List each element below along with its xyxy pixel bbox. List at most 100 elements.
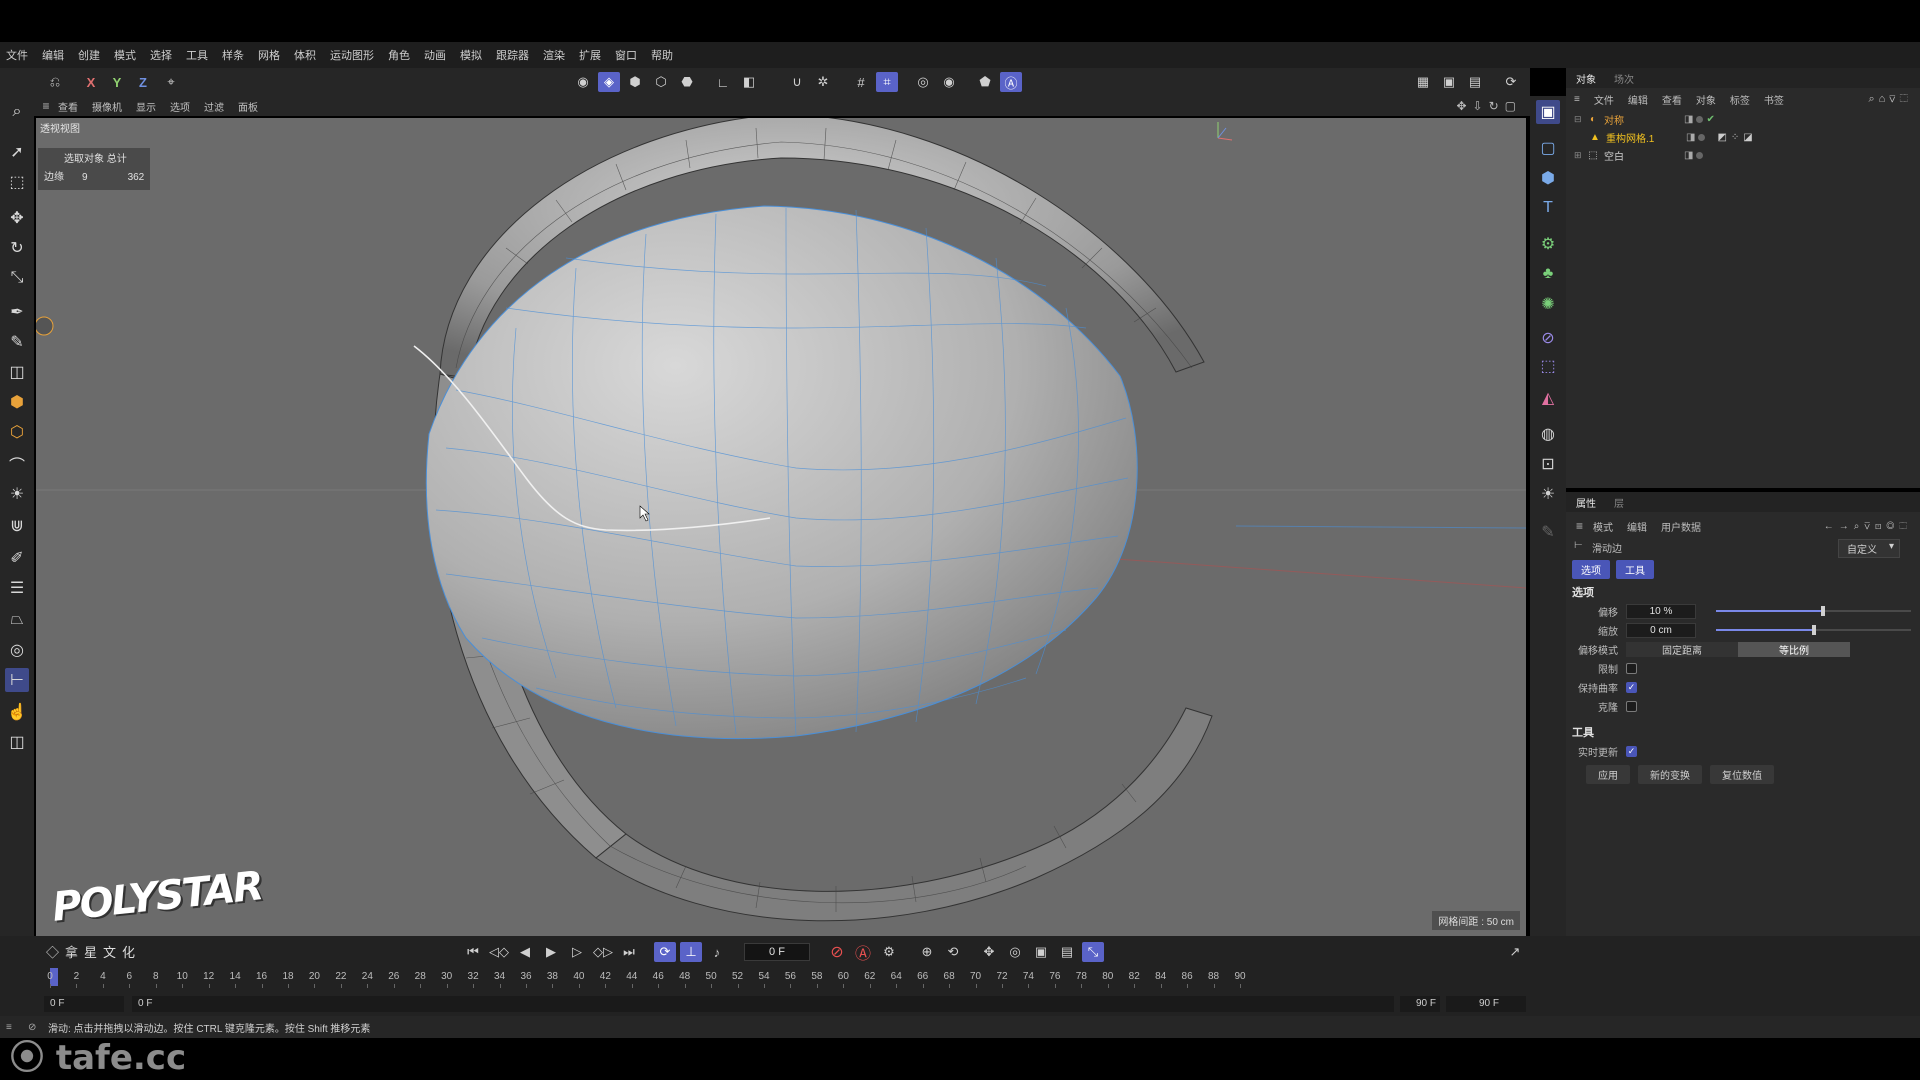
- apply-button[interactable]: 应用: [1586, 765, 1630, 784]
- axis-z-toggle[interactable]: Z: [132, 72, 154, 92]
- render-settings-icon[interactable]: ▤: [1464, 72, 1486, 92]
- environment-icon[interactable]: ◍: [1536, 422, 1560, 446]
- menu-simulate[interactable]: 模拟: [460, 47, 482, 63]
- render-region-icon[interactable]: ⬟: [974, 72, 996, 92]
- object-row-null[interactable]: ⊞ ⬚ 空白 ◨: [1566, 146, 1920, 164]
- om-menu-view[interactable]: 查看: [1662, 92, 1682, 107]
- viewport-menu-view[interactable]: 查看: [58, 99, 78, 114]
- viewport-menu-panel[interactable]: 面板: [238, 99, 258, 114]
- menu-volume[interactable]: 体积: [294, 47, 316, 63]
- cloner-icon[interactable]: ⚙: [1536, 232, 1560, 256]
- refresh-icon[interactable]: ⟳: [1500, 72, 1522, 92]
- viewport-nav-icons[interactable]: ✥⇩↻▢: [1456, 99, 1522, 113]
- axis-y-toggle[interactable]: Y: [106, 72, 128, 92]
- slide-edge-tool-icon[interactable]: ⊢: [5, 668, 29, 692]
- end-frame-field[interactable]: 90 F: [1446, 996, 1526, 1012]
- axis-x-toggle[interactable]: X: [80, 72, 102, 92]
- attr-menu-edit[interactable]: 编辑: [1627, 519, 1647, 534]
- om-menu-file[interactable]: 文件: [1594, 92, 1614, 107]
- polygons-mode-icon[interactable]: ⬢: [624, 72, 646, 92]
- reset-values-button[interactable]: 复位数值: [1710, 765, 1774, 784]
- go-to-end-icon[interactable]: ⏭: [618, 942, 640, 962]
- record-icon[interactable]: ⊘: [826, 942, 848, 962]
- rotate-tool-icon[interactable]: ↻: [5, 236, 29, 260]
- viewport-menu-display[interactable]: 显示: [136, 99, 156, 114]
- om-menu-tags[interactable]: 标签: [1730, 92, 1750, 107]
- menu-mograph[interactable]: 运动图形: [330, 47, 374, 63]
- brush-tool-icon[interactable]: ✐: [5, 546, 29, 570]
- scale-input[interactable]: 0 cm: [1626, 623, 1696, 638]
- axis-mode-icon[interactable]: ∟: [712, 72, 734, 92]
- realtime-update-checkbox[interactable]: ✓: [1626, 746, 1637, 757]
- limit-checkbox[interactable]: [1626, 663, 1637, 674]
- tag-icons[interactable]: ◩⁘◪: [1717, 132, 1756, 143]
- menu-help[interactable]: 帮助: [651, 47, 673, 63]
- scale-slider[interactable]: [1716, 625, 1911, 635]
- edit-toggle-icon[interactable]: ◨: [1684, 114, 1693, 125]
- points-mode-icon[interactable]: ◉: [572, 72, 594, 92]
- subtab-options[interactable]: 选项: [1572, 559, 1610, 579]
- effector-icon[interactable]: ✺: [1536, 292, 1560, 316]
- menu-file[interactable]: 文件: [6, 47, 28, 63]
- snap-settings-icon[interactable]: ✲: [812, 72, 834, 92]
- menu-tools[interactable]: 工具: [186, 47, 208, 63]
- viewport-hamburger-icon[interactable]: ≡: [34, 99, 58, 113]
- om-menu-edit[interactable]: 编辑: [1628, 92, 1648, 107]
- play-icon[interactable]: ▶: [540, 942, 562, 962]
- preview-range-icon[interactable]: ⊥: [680, 942, 702, 962]
- edit-toggle-icon[interactable]: ◨: [1686, 132, 1695, 143]
- menu-extensions[interactable]: 扩展: [579, 47, 601, 63]
- edges-mode-icon[interactable]: ◈: [598, 72, 620, 92]
- mograph-icon[interactable]: ♣: [1536, 262, 1560, 286]
- undo-icon[interactable]: ⎌: [44, 72, 66, 92]
- render-picture-viewer-icon[interactable]: ▣: [1438, 72, 1460, 92]
- loop-icon[interactable]: ⟳: [654, 942, 676, 962]
- timeline-ruler[interactable]: 0 2 4 6 8 10 12 14 16 18 20 22 24 26 28 30 32 34 36 38 40 42 4…: [47, 968, 1520, 988]
- hand-tool-icon[interactable]: ☝: [5, 700, 29, 724]
- interpolation-icon[interactable]: ⤡: [1082, 942, 1104, 962]
- lock-axis-icon[interactable]: ◉: [938, 72, 960, 92]
- bend-deformer-icon[interactable]: ⌒: [5, 452, 29, 476]
- visibility-dot[interactable]: [1696, 115, 1704, 123]
- iron-tool-icon[interactable]: ⏢: [5, 608, 29, 632]
- select-tool-icon[interactable]: ➚: [5, 140, 29, 164]
- attr-nav-icons[interactable]: ←→⌕⊽⊡◎⬚: [1824, 521, 1912, 532]
- light-object-icon[interactable]: ☀: [1536, 482, 1560, 506]
- menu-tracker[interactable]: 跟踪器: [496, 47, 529, 63]
- viewport-menu-camera[interactable]: 摄像机: [92, 99, 122, 114]
- attr-menu-mode[interactable]: 模式: [1593, 519, 1613, 534]
- scale-tool-icon[interactable]: ⤡: [5, 266, 29, 290]
- enabled-check-icon[interactable]: ✔: [1706, 114, 1714, 125]
- clone-checkbox[interactable]: [1626, 701, 1637, 712]
- offset-slider-knob[interactable]: [1821, 606, 1826, 616]
- menu-animate[interactable]: 动画: [424, 47, 446, 63]
- range-end-field[interactable]: 90 F: [1400, 996, 1440, 1012]
- previous-key-icon[interactable]: ◁◇: [488, 942, 510, 962]
- grid-snap-icon[interactable]: #: [850, 72, 872, 92]
- tab-attributes[interactable]: 属性: [1576, 495, 1596, 510]
- magnet-tool-icon[interactable]: ⋓: [5, 514, 29, 538]
- next-frame-icon[interactable]: ▷: [566, 942, 588, 962]
- key-param-icon[interactable]: ◎: [1004, 942, 1026, 962]
- tab-takes[interactable]: 场次: [1614, 71, 1634, 86]
- offset-mode-fixed[interactable]: 固定距离: [1626, 642, 1738, 657]
- om-menu-bookmarks[interactable]: 书签: [1764, 92, 1784, 107]
- viewport-menu-filter[interactable]: 过滤: [204, 99, 224, 114]
- object-manager-icon[interactable]: ▣: [1536, 100, 1560, 124]
- offset-input[interactable]: 10 %: [1626, 604, 1696, 619]
- visibility-dot[interactable]: [1698, 133, 1706, 141]
- perspective-viewport[interactable]: 透视视图 选取对象 总计 边缘 9 362 网格间距 : 50 cm POLYS…: [36, 118, 1526, 936]
- edit-toggle-icon[interactable]: ◨: [1684, 150, 1693, 161]
- timeline-expand-icon[interactable]: ↗: [1504, 942, 1526, 962]
- offset-slider[interactable]: [1716, 606, 1911, 616]
- camera-icon[interactable]: ⊡: [1536, 452, 1560, 476]
- subtab-tool[interactable]: 工具: [1616, 559, 1654, 579]
- menu-edit[interactable]: 编辑: [42, 47, 64, 63]
- snap-magnet-icon[interactable]: ∪: [786, 72, 808, 92]
- menu-window[interactable]: 窗口: [615, 47, 637, 63]
- preset-dropdown[interactable]: 自定义 ▾: [1838, 539, 1900, 558]
- object-row-remesh[interactable]: ▲ 重构网格.1 ◨ ◩⁘◪: [1566, 128, 1920, 146]
- move-tool-icon[interactable]: ✥: [5, 206, 29, 230]
- pen-tool-icon[interactable]: ✒: [5, 300, 29, 324]
- attr-menu-userdata[interactable]: 用户数据: [1661, 519, 1701, 534]
